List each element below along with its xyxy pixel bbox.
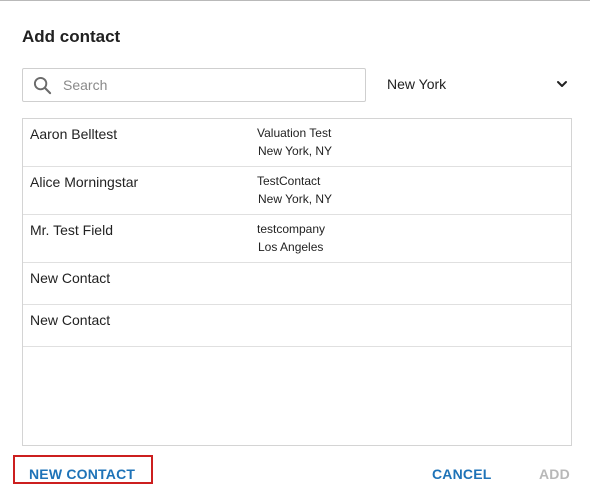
contact-company: TestContact xyxy=(257,174,321,188)
cancel-button[interactable]: CANCEL xyxy=(432,466,492,482)
top-divider xyxy=(0,0,590,1)
location-selected-value: New York xyxy=(387,76,447,92)
dialog-title: Add contact xyxy=(22,27,121,46)
contact-name: New Contact xyxy=(30,312,111,328)
contact-row[interactable]: Mr. Test Field testcompany Los Angeles xyxy=(23,215,571,263)
chevron-down-icon xyxy=(557,81,567,87)
add-button[interactable]: ADD xyxy=(539,466,570,482)
contact-list[interactable]: Aaron Belltest Valuation Test New York, … xyxy=(22,118,572,446)
contact-company: testcompany xyxy=(257,222,326,236)
search-input[interactable] xyxy=(63,69,353,101)
contact-row[interactable]: Alice Morningstar TestContact New York, … xyxy=(23,167,571,215)
search-icon xyxy=(33,76,52,95)
contact-location: Los Angeles xyxy=(258,240,324,254)
contact-name: Aaron Belltest xyxy=(30,126,118,142)
contact-name: New Contact xyxy=(30,270,111,286)
contact-row[interactable]: New Contact xyxy=(23,263,571,305)
contact-row[interactable]: Aaron Belltest Valuation Test New York, … xyxy=(23,119,571,167)
contact-row[interactable]: New Contact xyxy=(23,305,571,347)
contact-location: New York, NY xyxy=(258,192,333,206)
contact-location: New York, NY xyxy=(258,144,333,158)
contact-company: Valuation Test xyxy=(257,126,332,140)
contact-name: Mr. Test Field xyxy=(30,222,113,238)
contact-name: Alice Morningstar xyxy=(30,174,139,190)
search-box[interactable] xyxy=(22,68,366,102)
new-contact-button[interactable]: NEW CONTACT xyxy=(29,466,135,482)
location-dropdown[interactable]: New York xyxy=(378,68,574,100)
